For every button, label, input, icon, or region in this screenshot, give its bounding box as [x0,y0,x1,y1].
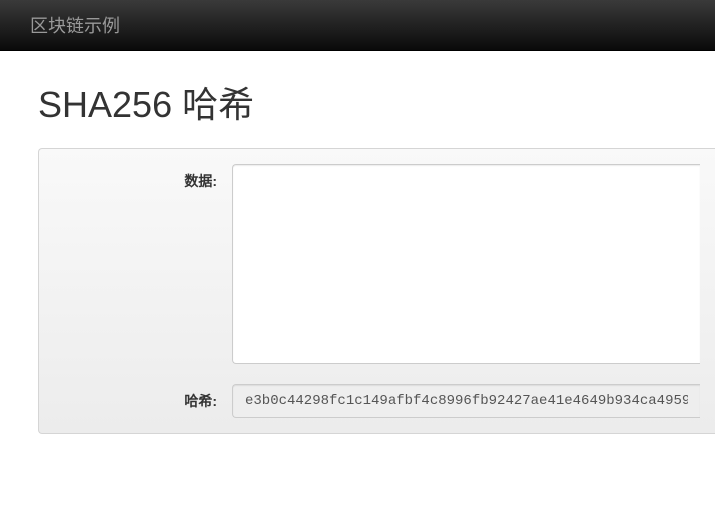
page-title: SHA256 哈希 [38,76,715,128]
main-container: SHA256 哈希 数据: 哈希: [0,51,715,454]
hash-panel: 数据: 哈希: [38,148,715,434]
hash-label: 哈希: [54,384,232,418]
hash-output [232,384,700,418]
data-input[interactable] [232,164,700,364]
data-row: 数据: [54,164,700,369]
navbar: 区块链示例 [0,0,715,51]
data-control-wrap [232,164,700,369]
data-label: 数据: [54,164,232,369]
navbar-brand[interactable]: 区块链示例 [30,12,120,38]
hash-control-wrap [232,384,700,418]
hash-row: 哈希: [54,384,700,418]
